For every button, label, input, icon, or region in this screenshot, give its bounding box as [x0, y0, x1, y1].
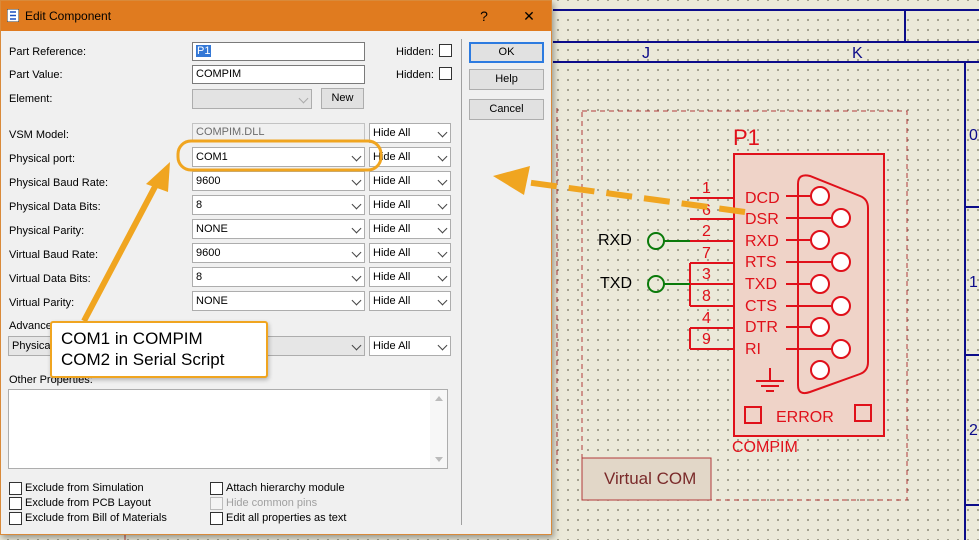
callout-note: COM1 in COMPIM COM2 in Serial Script [50, 321, 268, 378]
callout-line-2: COM2 in Serial Script [61, 350, 225, 369]
annotation-overlay [81, 139, 746, 323]
callout-arrow-head [146, 162, 170, 192]
dashed-pointer-arrow-head [493, 166, 530, 195]
callout-line-1: COM1 in COMPIM [61, 329, 203, 348]
com1-highlight [176, 139, 383, 172]
dashed-pointer-arrow [524, 179, 746, 215]
callout-arrow [81, 179, 161, 323]
